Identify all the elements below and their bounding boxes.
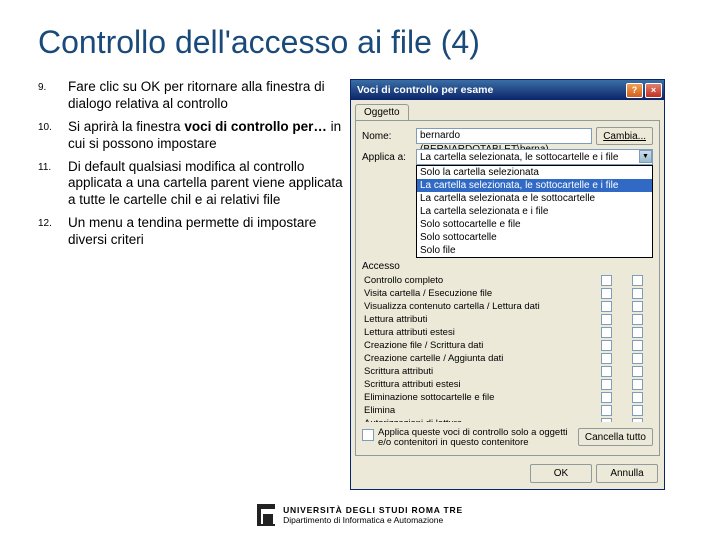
fail-checkbox[interactable] bbox=[632, 392, 643, 403]
dropdown-option[interactable]: Solo la cartella selezionata bbox=[417, 166, 652, 179]
dropdown-option[interactable]: Solo sottocartelle e file bbox=[417, 218, 652, 231]
fail-checkbox[interactable] bbox=[632, 353, 643, 364]
footer-line2: Dipartimento di Informatica e Automazion… bbox=[283, 515, 463, 525]
tab-object[interactable]: Oggetto bbox=[355, 104, 409, 120]
footer-line1: UNIVERSITÀ DEGLI STUDI ROMA TRE bbox=[283, 505, 463, 515]
close-button[interactable]: × bbox=[645, 83, 662, 98]
permissions-list: Controllo completoVisita cartella / Esec… bbox=[362, 274, 653, 422]
success-checkbox[interactable] bbox=[601, 327, 612, 338]
permission-row: Creazione file / Scrittura dati bbox=[362, 339, 653, 352]
dropdown-option[interactable]: Solo file bbox=[417, 244, 652, 257]
success-checkbox[interactable] bbox=[601, 379, 612, 390]
audit-entry-dialog: Voci di controllo per esame ? × Oggetto … bbox=[350, 79, 665, 490]
fail-checkbox[interactable] bbox=[632, 418, 643, 422]
propagate-label: Applica queste voci di controllo solo a … bbox=[378, 428, 574, 449]
fail-checkbox[interactable] bbox=[632, 327, 643, 338]
bullet-list: 9.Fare clic su OK per ritornare alla fin… bbox=[38, 79, 346, 490]
permission-row: Elimina bbox=[362, 404, 653, 417]
bullet-num: 10. bbox=[38, 119, 68, 153]
fail-checkbox[interactable] bbox=[632, 301, 643, 312]
success-checkbox[interactable] bbox=[601, 405, 612, 416]
success-checkbox[interactable] bbox=[601, 340, 612, 351]
footer: UNIVERSITÀ DEGLI STUDI ROMA TRE Dipartim… bbox=[0, 504, 720, 526]
help-button[interactable]: ? bbox=[626, 83, 643, 98]
chevron-down-icon[interactable]: ▼ bbox=[639, 150, 652, 163]
success-checkbox[interactable] bbox=[601, 288, 612, 299]
success-checkbox[interactable] bbox=[601, 353, 612, 364]
permission-row: Controllo completo bbox=[362, 274, 653, 287]
success-checkbox[interactable] bbox=[601, 314, 612, 325]
university-logo bbox=[257, 504, 275, 526]
fail-checkbox[interactable] bbox=[632, 314, 643, 325]
fail-checkbox[interactable] bbox=[632, 405, 643, 416]
permission-row: Lettura attributi estesi bbox=[362, 326, 653, 339]
ok-button[interactable]: OK bbox=[530, 464, 592, 483]
fail-checkbox[interactable] bbox=[632, 379, 643, 390]
slide-title: Controllo dell'accesso ai file (4) bbox=[0, 0, 720, 79]
permission-row: Creazione cartelle / Aggiunta dati bbox=[362, 352, 653, 365]
name-field: bernardo (BERNARDOTABLET\berna) bbox=[416, 128, 592, 144]
permission-row: Autorizzazioni di lettura bbox=[362, 417, 653, 422]
permission-row: Scrittura attributi bbox=[362, 365, 653, 378]
permission-row: Scrittura attributi estesi bbox=[362, 378, 653, 391]
dropdown-option[interactable]: La cartella selezionata e i file bbox=[417, 205, 652, 218]
success-checkbox[interactable] bbox=[601, 366, 612, 377]
fail-checkbox[interactable] bbox=[632, 366, 643, 377]
success-checkbox[interactable] bbox=[601, 392, 612, 403]
permission-row: Lettura attributi bbox=[362, 313, 653, 326]
bullet-num: 11. bbox=[38, 159, 68, 210]
apply-value: La cartella selezionata, le sottocartell… bbox=[420, 152, 618, 163]
propagate-checkbox[interactable] bbox=[362, 429, 374, 441]
apply-label: Applica a: bbox=[362, 152, 416, 163]
permission-row: Eliminazione sottocartelle e file bbox=[362, 391, 653, 404]
fail-checkbox[interactable] bbox=[632, 340, 643, 351]
dialog-title: Voci di controllo per esame bbox=[357, 84, 624, 96]
clear-all-button[interactable]: Cancella tutto bbox=[578, 428, 653, 446]
access-label: Accesso bbox=[362, 261, 653, 272]
titlebar[interactable]: Voci di controllo per esame ? × bbox=[351, 80, 664, 100]
cancel-button[interactable]: Annulla bbox=[596, 464, 658, 483]
bullet-text: Si aprirà la finestra voci di controllo … bbox=[68, 119, 346, 153]
bullet-text: Di default qualsiasi modifica al control… bbox=[68, 159, 346, 210]
fail-checkbox[interactable] bbox=[632, 288, 643, 299]
bullet-text: Fare clic su OK per ritornare alla fines… bbox=[68, 79, 346, 113]
bullet-num: 9. bbox=[38, 79, 68, 113]
bullet-num: 12. bbox=[38, 215, 68, 249]
permission-row: Visualizza contenuto cartella / Lettura … bbox=[362, 300, 653, 313]
dropdown-option[interactable]: La cartella selezionata e le sottocartel… bbox=[417, 192, 652, 205]
success-checkbox[interactable] bbox=[601, 301, 612, 312]
permission-row: Visita cartella / Esecuzione file bbox=[362, 287, 653, 300]
name-label: Nome: bbox=[362, 131, 416, 142]
success-checkbox[interactable] bbox=[601, 418, 612, 422]
apply-dropdown: Solo la cartella selezionataLa cartella … bbox=[416, 165, 653, 258]
change-button[interactable]: Cambia... bbox=[596, 127, 653, 145]
apply-combo[interactable]: La cartella selezionata, le sottocartell… bbox=[416, 149, 653, 165]
dropdown-option[interactable]: Solo sottocartelle bbox=[417, 231, 652, 244]
success-checkbox[interactable] bbox=[601, 275, 612, 286]
dropdown-option[interactable]: La cartella selezionata, le sottocartell… bbox=[417, 179, 652, 192]
fail-checkbox[interactable] bbox=[632, 275, 643, 286]
bullet-text: Un menu a tendina permette di impostare … bbox=[68, 215, 346, 249]
